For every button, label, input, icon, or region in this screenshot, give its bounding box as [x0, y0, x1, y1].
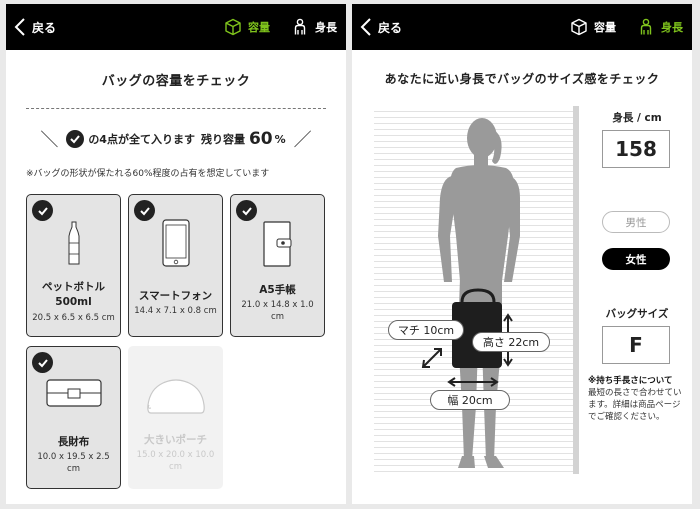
person-icon: [294, 18, 306, 35]
item-card-smartphone[interactable]: スマートフォン 14.4 x 7.1 x 0.8 cm: [128, 194, 223, 337]
tab-height-label: 身長: [661, 21, 683, 34]
smartphone-icon: [129, 219, 222, 267]
item-card-wallet[interactable]: 長財布 10.0 x 19.5 x 2.5 cm: [26, 346, 121, 489]
item-name: 大きいポーチ: [144, 434, 207, 446]
divider: [26, 108, 326, 109]
handle-note-text: 最短の長さで合わせています。詳細は商品ページでご確認ください。: [588, 388, 682, 422]
gender-female-button[interactable]: 女性: [602, 248, 670, 270]
item-name: A5手帳: [259, 284, 296, 296]
tab-capacity[interactable]: 容量: [570, 16, 616, 38]
box-icon: [571, 18, 587, 36]
pouch-icon: [129, 375, 222, 415]
item-name: ペットボトル: [42, 281, 105, 293]
bag-size-select[interactable]: F: [602, 326, 670, 364]
back-button[interactable]: 戻る: [14, 14, 56, 40]
tab-height[interactable]: 身長: [637, 16, 683, 38]
gender-male-button[interactable]: 男性: [602, 211, 670, 233]
check-badge: [236, 200, 257, 221]
person-icon: [640, 18, 652, 35]
item-card-bottle[interactable]: ペットボトル 500ml 20.5 x 6.5 x 6.5 cm: [26, 194, 121, 337]
remain-label: 残り容量: [200, 133, 245, 146]
check-badge: [32, 352, 53, 373]
top-bar: 戻る 容量 身長: [352, 4, 692, 50]
chevron-left-icon: [14, 18, 25, 36]
summary-text: の4点が全て入ります: [88, 133, 195, 146]
tab-capacity[interactable]: 容量: [224, 16, 270, 38]
remain-value: 60: [248, 129, 273, 149]
summary-slash-left: ＼: [40, 130, 59, 151]
box-icon: [225, 18, 241, 36]
item-card-pouch[interactable]: 大きいポーチ 15.0 x 20.0 x 10.0 cm: [128, 346, 223, 489]
tab-capacity-label: 容量: [594, 21, 616, 34]
item-name: 長財布: [57, 436, 90, 448]
woman-silhouette: [421, 118, 520, 468]
occupancy-note: ※バッグの形状が保たれる60%程度の占有を想定しています: [26, 169, 270, 179]
back-label: 戻る: [378, 20, 403, 35]
height-panel: 戻る 容量 身長 あなたに近い身長でバッグのサイズ感をチェック マチ 10cm …: [352, 4, 692, 504]
capacity-panel: 戻る 容量 身長 バッグの容量をチェック ＼ の4点が全て入ります 残り容量 6…: [6, 4, 346, 504]
height-dim-label: 高さ 22cm: [472, 332, 550, 352]
bottle-icon: [27, 221, 120, 267]
item-size: 10.0 x 19.5 x 2.5 cm: [37, 452, 110, 474]
chevron-left-icon: [360, 18, 371, 36]
page-title: あなたに近い身長でバッグのサイズ感をチェック: [384, 72, 660, 86]
item-size: 15.0 x 20.0 x 10.0 cm: [136, 450, 215, 472]
tab-capacity-label: 容量: [248, 21, 270, 34]
summary-slash-right: ／: [293, 130, 312, 151]
item-size: 20.5 x 6.5 x 6.5 cm: [32, 313, 115, 323]
notebook-icon: [231, 221, 324, 267]
depth-label: マチ 10cm: [388, 320, 464, 340]
page-title: バッグの容量をチェック: [101, 74, 251, 89]
capacity-summary: ＼ の4点が全て入ります 残り容量 60 % ／: [6, 126, 346, 152]
height-input[interactable]: 158: [602, 130, 670, 168]
width-label: 幅 20cm: [430, 390, 510, 410]
tab-height-label: 身長: [315, 21, 337, 34]
item-name: スマートフォン: [138, 290, 213, 302]
check-icon: [66, 130, 85, 148]
wallet-icon: [27, 379, 120, 407]
item-size: 21.0 x 14.8 x 1.0 cm: [241, 300, 314, 322]
remain-unit: %: [274, 132, 286, 146]
check-badge: [134, 200, 155, 221]
bag-size-label: バッグサイズ: [605, 308, 669, 320]
tab-height[interactable]: 身長: [291, 16, 337, 38]
handle-note: ※持ち手長さについて 最短の長さで合わせています。詳細は商品ページでご確認くださ…: [588, 375, 686, 423]
height-label: 身長 / cm: [612, 112, 662, 124]
handle-note-title: ※持ち手長さについて: [588, 376, 673, 386]
item-size: 14.4 x 7.1 x 0.8 cm: [134, 306, 217, 316]
top-bar: 戻る 容量 身長: [6, 4, 346, 50]
back-button[interactable]: 戻る: [360, 14, 402, 40]
item-name-line2: 500ml: [55, 296, 92, 308]
back-label: 戻る: [32, 20, 57, 35]
item-card-notebook[interactable]: A5手帳 21.0 x 14.8 x 1.0 cm: [230, 194, 325, 337]
check-badge: [32, 200, 53, 221]
